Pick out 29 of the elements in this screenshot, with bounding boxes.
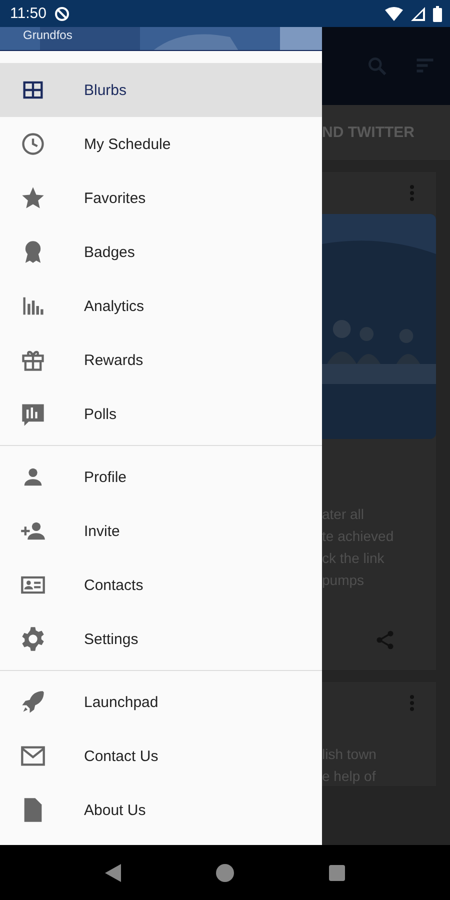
rocket-icon: [20, 689, 46, 715]
settings-icon: [20, 626, 46, 652]
menu-item[interactable]: Profile: [0, 450, 322, 504]
signal-icon: [411, 6, 425, 20]
share-icon[interactable]: [374, 629, 396, 651]
wifi-icon: [385, 6, 403, 20]
menu-item[interactable]: Invite: [0, 504, 322, 558]
menu-item[interactable]: Launchpad: [0, 675, 322, 729]
menu-item[interactable]: Badges: [0, 225, 322, 279]
recents-icon[interactable]: [329, 864, 345, 880]
menu-item[interactable]: Contacts: [0, 558, 322, 612]
menu-item[interactable]: Polls: [0, 387, 322, 441]
menu-item[interactable]: Analytics: [0, 279, 322, 333]
battery-icon: [433, 6, 442, 22]
status-time: 11:50: [10, 5, 46, 22]
star-icon: [20, 185, 46, 211]
menu-item[interactable]: Blurbs: [0, 63, 322, 117]
menu-item[interactable]: Favorites: [0, 171, 322, 225]
notification-icon: [54, 6, 70, 22]
home-icon[interactable]: [216, 864, 234, 882]
menu-item[interactable]: Rewards: [0, 333, 322, 387]
menu-item[interactable]: My Schedule: [0, 117, 322, 171]
drawer-header-title: Grundfos: [23, 28, 72, 42]
menu-item[interactable]: Contact Us: [0, 729, 322, 783]
search-icon[interactable]: [366, 55, 388, 77]
back-icon[interactable]: [105, 864, 121, 882]
clock-icon: [20, 131, 46, 157]
menu-item[interactable]: Settings: [0, 612, 322, 666]
menu-item[interactable]: About Us: [0, 783, 322, 837]
